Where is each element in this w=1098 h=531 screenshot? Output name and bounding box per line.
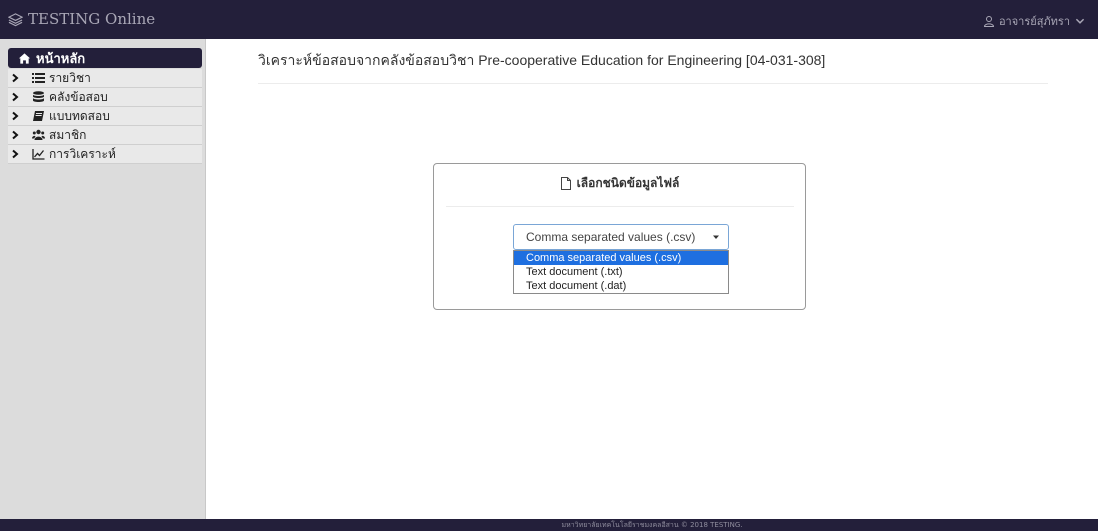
footer-left-band bbox=[0, 519, 206, 531]
page-title: วิเคราะห์ข้อสอบจากคลังข้อสอบวิชา Pre-coo… bbox=[258, 52, 826, 68]
sidebar-item-question-bank[interactable]: คลังข้อสอบ bbox=[8, 88, 202, 107]
top-navbar: TESTING Online อาจารย์สุภัทรา bbox=[0, 0, 1098, 39]
chevron-right-icon bbox=[12, 92, 19, 102]
user-menu[interactable]: อาจารย์สุภัทรา bbox=[983, 12, 1086, 30]
book-icon bbox=[33, 111, 44, 121]
file-type-panel: เลือกชนิดข้อมูลไฟล์ Comma separated valu… bbox=[433, 163, 806, 310]
panel-heading-label: เลือกชนิดข้อมูลไฟล์ bbox=[576, 176, 680, 190]
title-divider bbox=[258, 83, 1048, 84]
user-name: อาจารย์สุภัทรา bbox=[998, 15, 1070, 28]
brand-link[interactable]: TESTING Online bbox=[8, 10, 155, 28]
sidebar-item-tests[interactable]: แบบทดสอบ bbox=[8, 107, 202, 126]
sidebar: หน้าหลัก รายวิชา คลังข้อสอบ แบบทดสอบ สมา… bbox=[0, 39, 206, 519]
dropdown-option-dat[interactable]: Text document (.dat) bbox=[514, 279, 728, 293]
file-type-select[interactable]: Comma separated values (.csv) bbox=[513, 224, 729, 250]
sidebar-item-home[interactable]: หน้าหลัก bbox=[8, 48, 202, 68]
panel-divider bbox=[446, 206, 794, 207]
dropdown-option-txt[interactable]: Text document (.txt) bbox=[514, 265, 728, 279]
sidebar-item-members[interactable]: สมาชิก bbox=[8, 126, 202, 145]
panel-heading: เลือกชนิดข้อมูลไฟล์ bbox=[434, 174, 805, 193]
sidebar-menu: รายวิชา คลังข้อสอบ แบบทดสอบ สมาชิก การวิ… bbox=[8, 69, 202, 164]
chevron-right-icon bbox=[12, 111, 19, 121]
footer: มหาวิทยาลัยเทคโนโลยีราชมงคลอีสาน © 2018 … bbox=[206, 519, 1098, 531]
sidebar-item-label: หน้าหลัก bbox=[36, 51, 86, 67]
file-icon bbox=[560, 177, 571, 190]
database-icon bbox=[33, 91, 44, 102]
layers-icon bbox=[8, 12, 23, 26]
home-icon bbox=[18, 52, 31, 64]
sidebar-item-label: การวิเคราะห์ bbox=[49, 146, 116, 161]
list-icon bbox=[32, 73, 45, 83]
sidebar-item-label: สมาชิก bbox=[49, 127, 87, 142]
file-type-dropdown: Comma separated values (.csv) Text docum… bbox=[513, 250, 729, 294]
chevron-down-icon bbox=[1075, 18, 1085, 24]
dropdown-option-csv[interactable]: Comma separated values (.csv) bbox=[514, 251, 728, 265]
chevron-right-icon bbox=[12, 73, 19, 83]
chart-line-icon bbox=[32, 149, 45, 160]
user-icon bbox=[983, 16, 994, 27]
caret-down-icon bbox=[713, 235, 719, 239]
file-type-select-value: Comma separated values (.csv) bbox=[526, 230, 696, 244]
sidebar-item-label: รายวิชา bbox=[49, 70, 91, 85]
users-icon bbox=[32, 129, 45, 140]
chevron-right-icon bbox=[12, 149, 19, 159]
brand-title: TESTING Online bbox=[28, 10, 156, 28]
sidebar-item-analysis[interactable]: การวิเคราะห์ bbox=[8, 145, 202, 164]
chevron-right-icon bbox=[12, 130, 19, 140]
sidebar-item-label: คลังข้อสอบ bbox=[49, 89, 108, 104]
sidebar-item-courses[interactable]: รายวิชา bbox=[8, 69, 202, 88]
sidebar-item-label: แบบทดสอบ bbox=[49, 108, 110, 123]
